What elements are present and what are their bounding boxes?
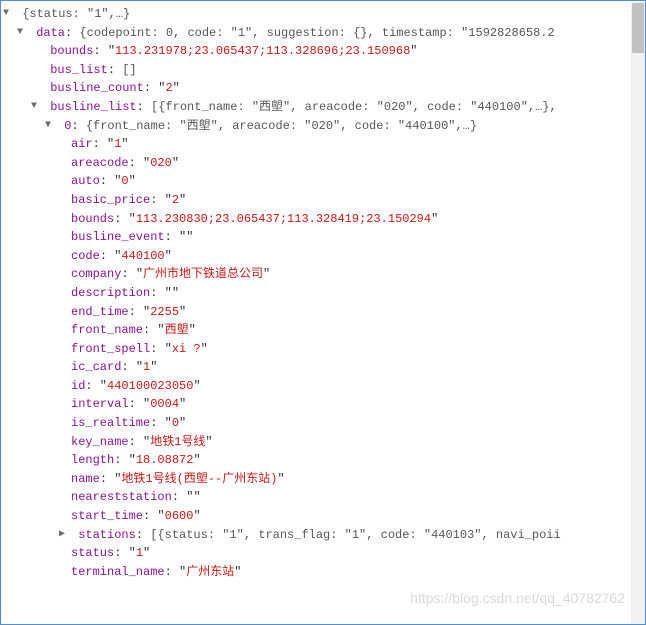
chevron-down-icon[interactable] — [3, 6, 13, 22]
root-summary: {status: "1",…} — [22, 7, 130, 21]
val-bounds: 113.231978;23.065437;113.328696;23.15096… — [115, 44, 410, 58]
chevron-down-icon[interactable] — [45, 118, 55, 134]
chevron-down-icon[interactable] — [17, 25, 27, 41]
key-stations: stations — [78, 528, 136, 542]
prop-name[interactable]: name: "地铁1号线(西塱--广州东站)" — [3, 470, 643, 489]
prop-busline-event[interactable]: busline_event: "" — [3, 228, 643, 247]
key-busline-list: busline_list — [50, 100, 136, 114]
watermark-text: https://blog.csdn.net/qq_40782762 — [410, 590, 625, 606]
prop-length[interactable]: length: "18.08872" — [3, 451, 643, 470]
prop-neareststation[interactable]: neareststation: "" — [3, 488, 643, 507]
prop-is-realtime[interactable]: is_realtime: "0" — [3, 414, 643, 433]
prop-terminal-name[interactable]: terminal_name: "广州东站" — [3, 563, 643, 582]
stations-summary: [{status: "1", trans_flag: "1", code: "4… — [150, 528, 560, 542]
prop-auto[interactable]: auto: "0" — [3, 172, 643, 191]
prop-status[interactable]: status: "1" — [3, 544, 643, 563]
prop-ic-card[interactable]: ic_card: "1" — [3, 358, 643, 377]
prop-code[interactable]: code: "440100" — [3, 247, 643, 266]
chevron-down-icon[interactable] — [31, 99, 41, 115]
stations-node[interactable]: stations: [{status: "1", trans_flag: "1"… — [3, 526, 643, 545]
data-summary: {codepoint: 0, code: "1", suggestion: {}… — [79, 26, 554, 40]
prop-description[interactable]: description: "" — [3, 284, 643, 303]
prop-basic-price[interactable]: basic_price: "2" — [3, 191, 643, 210]
root-node[interactable]: {status: "1",…} — [3, 5, 643, 24]
prop-key-name[interactable]: key_name: "地铁1号线" — [3, 433, 643, 452]
item-0-node[interactable]: 0: {front_name: "西塱", areacode: "020", c… — [3, 117, 643, 136]
data-node[interactable]: data: {codepoint: 0, code: "1", suggesti… — [3, 24, 643, 43]
prop-busline-count[interactable]: busline_count: "2" — [3, 79, 643, 98]
prop-start-time[interactable]: start_time: "0600" — [3, 507, 643, 526]
prop-bounds2[interactable]: bounds: "113.230830;23.065437;113.328419… — [3, 210, 643, 229]
prop-interval[interactable]: interval: "0004" — [3, 395, 643, 414]
prop-areacode[interactable]: areacode: "020" — [3, 154, 643, 173]
scroll-thumb[interactable] — [632, 3, 644, 53]
prop-air[interactable]: air: "1" — [3, 135, 643, 154]
prop-bounds[interactable]: bounds: "113.231978;23.065437;113.328696… — [3, 42, 643, 61]
key-busline-count: busline_count — [50, 81, 144, 95]
vertical-scrollbar[interactable] — [631, 1, 645, 624]
prop-bus-list[interactable]: bus_list: [] — [3, 61, 643, 80]
json-tree: {status: "1",…} data: {codepoint: 0, cod… — [1, 1, 645, 585]
prop-front-spell[interactable]: front_spell: "xi ?" — [3, 340, 643, 359]
prop-company[interactable]: company: "广州市地下铁道总公司" — [3, 265, 643, 284]
item-0-summary: {front_name: "西塱", areacode: "020", code… — [86, 119, 477, 133]
key-data: data — [36, 26, 65, 40]
key-bus-list: bus_list — [50, 63, 108, 77]
val-busline-count: 2 — [165, 81, 172, 95]
json-viewer-panel: {status: "1",…} data: {codepoint: 0, cod… — [0, 0, 646, 625]
prop-end-time[interactable]: end_time: "2255" — [3, 303, 643, 322]
val-bus-list: [] — [122, 63, 136, 77]
busline-list-summary: [{front_name: "西塱", areacode: "020", cod… — [151, 100, 557, 114]
chevron-right-icon[interactable] — [59, 527, 69, 543]
prop-front-name[interactable]: front_name: "西塱" — [3, 321, 643, 340]
key-bounds: bounds — [50, 44, 93, 58]
busline-list-node[interactable]: busline_list: [{front_name: "西塱", areaco… — [3, 98, 643, 117]
prop-id[interactable]: id: "440100023050" — [3, 377, 643, 396]
